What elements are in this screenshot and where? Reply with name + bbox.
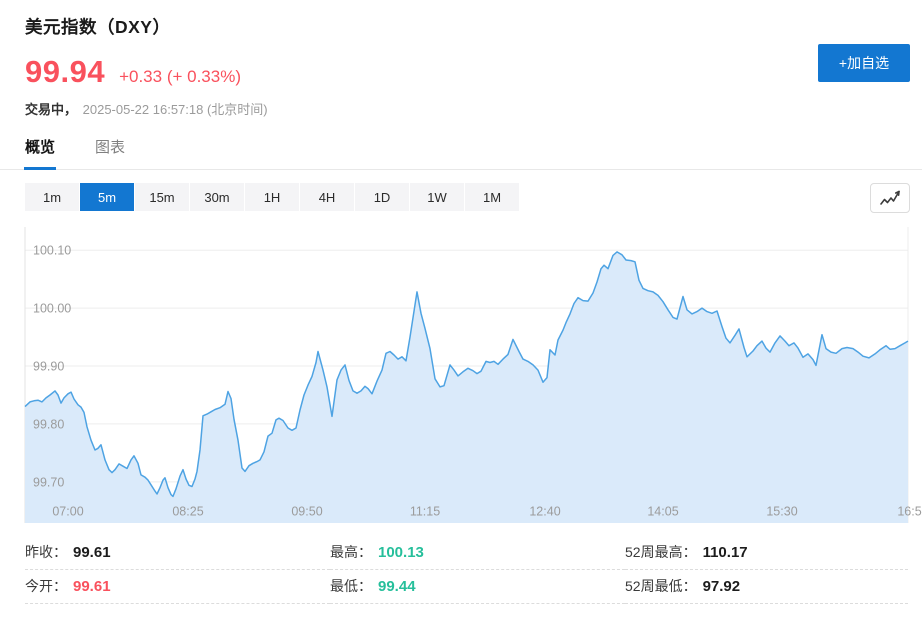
interval-selector: 1m 5m 15m 30m 1H 4H 1D 1W 1M bbox=[25, 183, 520, 211]
stat-value: 97.92 bbox=[703, 578, 741, 595]
tab-chart-label: 图表 bbox=[95, 139, 125, 156]
chart-toolbar: 1m 5m 15m 30m 1H 4H 1D 1W 1M bbox=[25, 183, 910, 213]
tab-chart[interactable]: 图表 bbox=[95, 137, 125, 170]
quote-header: 美元指数（DXY） 99.94 +0.33 (+ 0.33%) 交易中， 202… bbox=[25, 14, 268, 118]
svg-text:09:50: 09:50 bbox=[291, 505, 322, 519]
interval-1m[interactable]: 1m bbox=[25, 183, 79, 211]
stat-label: 今开： bbox=[25, 578, 67, 594]
stat-high: 最高： 100.13 bbox=[330, 536, 625, 570]
quote-page: 美元指数（DXY） 99.94 +0.33 (+ 0.33%) 交易中， 202… bbox=[0, 0, 922, 626]
stat-value: 100.13 bbox=[378, 544, 424, 561]
svg-text:99.80: 99.80 bbox=[33, 417, 64, 431]
interval-1d[interactable]: 1D bbox=[355, 183, 409, 211]
tab-overview-label: 概览 bbox=[25, 139, 55, 156]
interval-1h[interactable]: 1H bbox=[245, 183, 299, 211]
svg-text:100.00: 100.00 bbox=[33, 302, 71, 316]
svg-text:08:25: 08:25 bbox=[172, 505, 203, 519]
quote-timestamp: 2025-05-22 16:57:18 (北京时间) bbox=[83, 102, 268, 117]
svg-text:15:30: 15:30 bbox=[766, 505, 797, 519]
price-change: +0.33 (+ 0.33%) bbox=[119, 67, 241, 87]
interval-4h[interactable]: 4H bbox=[300, 183, 354, 211]
stat-52w-low: 52周最低： 97.92 bbox=[625, 570, 908, 604]
interval-15m[interactable]: 15m bbox=[135, 183, 189, 211]
stat-low: 最低： 99.44 bbox=[330, 570, 625, 604]
svg-text:99.70: 99.70 bbox=[33, 475, 64, 489]
svg-text:99.90: 99.90 bbox=[33, 360, 64, 374]
interval-1w[interactable]: 1W bbox=[410, 183, 464, 211]
stat-prev-close: 昨收： 99.61 bbox=[25, 536, 330, 570]
svg-text:07:00: 07:00 bbox=[52, 505, 83, 519]
stat-value: 110.17 bbox=[703, 544, 748, 561]
stat-label: 52周最高： bbox=[625, 544, 697, 560]
svg-text:14:05: 14:05 bbox=[647, 505, 678, 519]
interval-30m[interactable]: 30m bbox=[190, 183, 244, 211]
stat-value: 99.61 bbox=[73, 544, 111, 561]
price-chart[interactable]: 100.10 100.00 99.90 99.80 99.70 07:00 08:25 09:… bbox=[0, 225, 922, 525]
add-watchlist-button[interactable]: +加自选 bbox=[818, 44, 910, 82]
view-tabs: 概览 图表 bbox=[0, 137, 922, 170]
tab-overview[interactable]: 概览 bbox=[25, 137, 55, 170]
svg-text:16:55: 16:55 bbox=[897, 505, 922, 519]
stat-label: 52周最低： bbox=[625, 578, 697, 594]
stat-52w-high: 52周最高： 110.17 bbox=[625, 536, 908, 570]
chart-type-button[interactable] bbox=[870, 183, 910, 213]
page-title: 美元指数（DXY） bbox=[25, 14, 268, 39]
stats-table: 昨收： 99.61 最高： 100.13 52周最高： 110.17 今开： 99.61… bbox=[25, 536, 908, 604]
last-price: 99.94 bbox=[25, 54, 105, 90]
price-row: 99.94 +0.33 (+ 0.33%) bbox=[25, 54, 268, 90]
trading-status: 交易中， bbox=[25, 102, 77, 117]
stat-value: 99.61 bbox=[73, 578, 111, 595]
svg-text:11:15: 11:15 bbox=[410, 505, 440, 519]
status-row: 交易中， 2025-05-22 16:57:18 (北京时间) bbox=[25, 99, 268, 118]
line-chart-icon bbox=[878, 188, 902, 208]
stat-value: 99.44 bbox=[378, 578, 416, 595]
stat-label: 最高： bbox=[330, 544, 372, 560]
interval-5m[interactable]: 5m bbox=[80, 183, 134, 211]
stat-label: 最低： bbox=[330, 578, 372, 594]
svg-text:12:40: 12:40 bbox=[529, 505, 560, 519]
interval-1m-month[interactable]: 1M bbox=[465, 183, 519, 211]
svg-text:100.10: 100.10 bbox=[33, 244, 71, 258]
stat-open: 今开： 99.61 bbox=[25, 570, 330, 604]
stat-label: 昨收： bbox=[25, 544, 67, 560]
